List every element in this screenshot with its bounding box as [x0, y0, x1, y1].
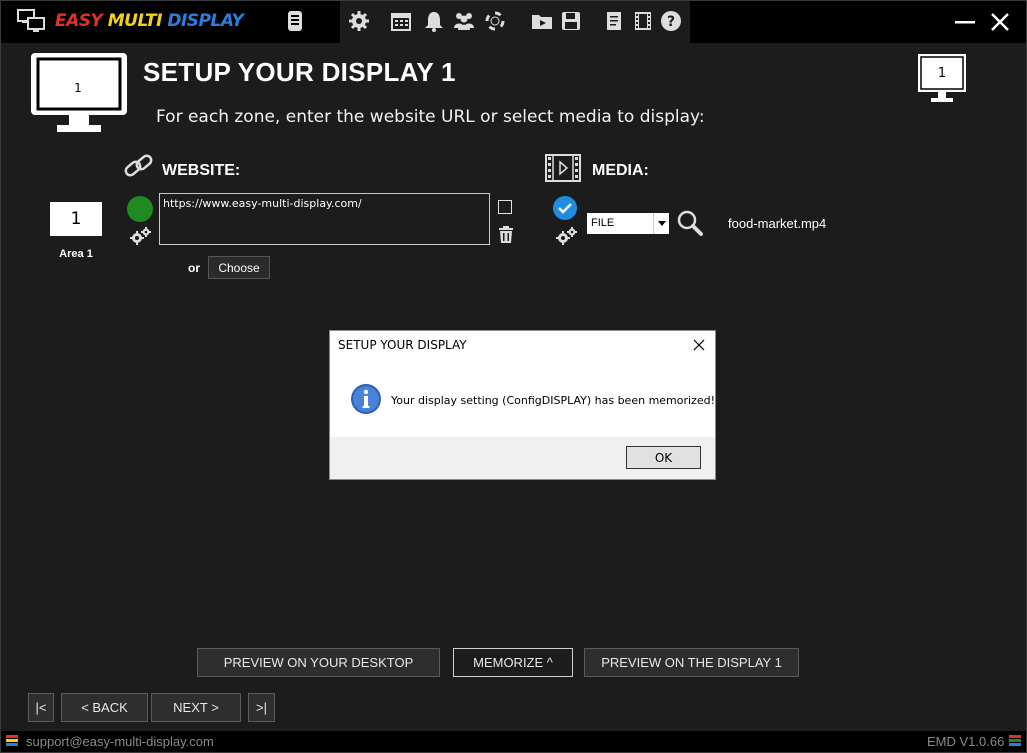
minimize-button[interactable] [951, 9, 979, 35]
preview-desktop-button[interactable]: PREVIEW ON YOUR DESKTOP [197, 648, 440, 677]
or-label: or [188, 261, 200, 275]
notes-icon[interactable] [602, 9, 626, 33]
dialog-footer: OK [330, 437, 715, 479]
help-icon[interactable]: ? [659, 9, 683, 33]
app-window: EASY MULTI DISPLAY ? 1 SETUP YOUR DISPLA… [0, 0, 1027, 753]
dialog-title: SETUP YOUR DISPLAY [338, 338, 467, 352]
display-monitor-icon [29, 51, 129, 139]
memorized-dialog: SETUP YOUR DISPLAY Your display setting … [329, 330, 716, 480]
area-label: Area 1 [59, 248, 93, 260]
page-subtitle: For each zone, enter the website URL or … [156, 107, 705, 127]
media-active-check-icon[interactable] [553, 196, 577, 220]
media-label: MEDIA: [592, 162, 649, 179]
film-icon[interactable] [631, 9, 655, 33]
folder-media-icon[interactable] [530, 9, 554, 33]
app-name-multi: MULTI [107, 11, 163, 31]
search-icon[interactable] [676, 209, 704, 241]
media-type-value: FILE [591, 217, 615, 229]
website-label: WEBSITE: [162, 162, 241, 179]
title-bar: EASY MULTI DISPLAY ? [1, 1, 1026, 43]
close-button[interactable] [986, 9, 1014, 35]
link-icon [123, 151, 155, 185]
app-name-easy: EASY [55, 11, 103, 31]
save-icon[interactable] [559, 9, 583, 33]
chevron-down-icon [653, 213, 669, 234]
media-type-select[interactable]: FILE [587, 213, 669, 234]
website-active-indicator[interactable] [127, 196, 153, 222]
small-monitor-number: 1 [937, 66, 947, 81]
media-film-icon [545, 154, 581, 186]
dialog-message: Your display setting (ConfigDISPLAY) has… [391, 394, 716, 407]
back-button[interactable]: < BACK [61, 693, 148, 722]
app-name-display: DISPLAY [167, 11, 244, 31]
preview-display-button[interactable]: PREVIEW ON THE DISPLAY 1 [584, 648, 799, 677]
next-button[interactable]: NEXT > [151, 693, 241, 722]
media-settings-icon[interactable] [556, 226, 578, 250]
bell-icon[interactable] [422, 9, 446, 33]
memorize-button[interactable]: MEMORIZE ^ [453, 648, 573, 677]
remote-icon[interactable] [283, 9, 307, 33]
page-title: SETUP YOUR DISPLAY 1 [143, 57, 456, 87]
area-number-box[interactable]: 1 [50, 202, 102, 236]
first-button[interactable]: |< [28, 693, 54, 722]
version-label: EMD V1.0.66 [927, 734, 1005, 749]
info-icon [350, 383, 382, 419]
calendar-icon[interactable] [389, 9, 413, 33]
users-icon[interactable] [452, 9, 476, 33]
media-filename: food-market.mp4 [728, 216, 827, 231]
support-email-link[interactable]: support@easy-multi-display.com [26, 734, 214, 749]
last-button[interactable]: >| [248, 693, 275, 722]
gear-icon[interactable] [347, 9, 371, 33]
trash-icon[interactable] [498, 226, 514, 248]
dialog-close-icon[interactable] [689, 335, 709, 355]
website-url-input[interactable]: https://www.easy-multi-display.com/ [159, 193, 490, 245]
lifebuoy-icon[interactable] [483, 9, 507, 33]
website-checkbox[interactable] [498, 200, 512, 214]
choose-button[interactable]: Choose [208, 256, 270, 279]
color-bars-icon-right [1009, 735, 1021, 749]
dialog-ok-button[interactable]: OK [626, 446, 701, 469]
display-monitor-number: 1 [74, 81, 82, 95]
app-name: EASY MULTI DISPLAY [55, 11, 244, 31]
svg-text:?: ? [667, 14, 675, 30]
color-bars-icon [6, 735, 18, 749]
app-logo-icon [17, 9, 47, 39]
website-settings-icon[interactable] [130, 226, 152, 250]
